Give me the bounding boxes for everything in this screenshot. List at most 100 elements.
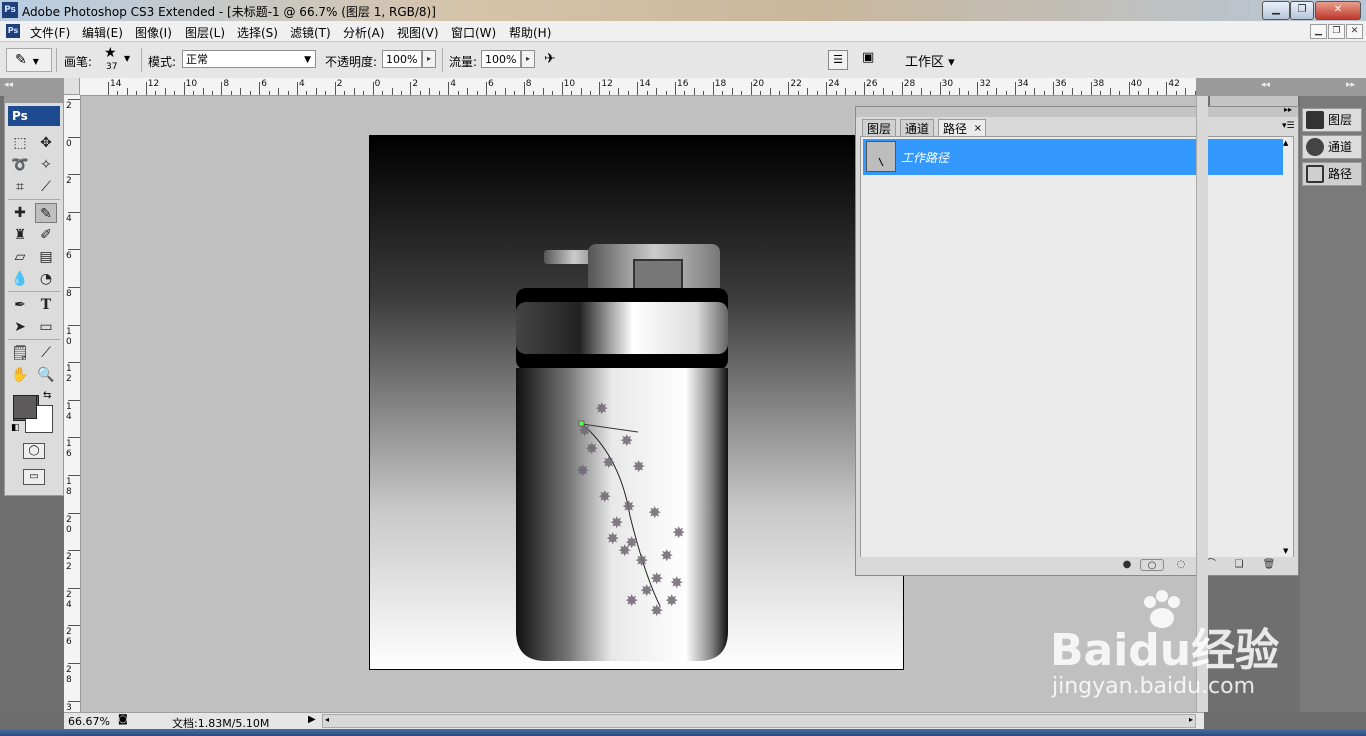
- slice-tool-icon[interactable]: ⟋: [35, 177, 57, 197]
- ruler-label: 36: [1055, 79, 1067, 89]
- hand-tool-icon[interactable]: ✋: [9, 365, 31, 385]
- scroll-left-icon[interactable]: ◂: [325, 715, 329, 724]
- panel-grip[interactable]: ▸▸: [856, 105, 1298, 117]
- ruler-tick: [750, 82, 752, 95]
- foreground-color-chip[interactable]: [13, 395, 37, 419]
- dock-item-layers[interactable]: 图层: [1302, 108, 1362, 132]
- document-canvas[interactable]: ✸ ✸ ✸ ✸ ✸ ✸ ✸ ✸ ✸ ✸ ✸ ✸ ✸ ✸ ✸ ✸ ✸ ✸ ✸ ✸ ✸ ✸ ✸: [369, 135, 904, 670]
- screen-mode-icon[interactable]: ▭: [23, 469, 45, 485]
- menu-image[interactable]: 图像(I): [135, 24, 172, 41]
- ruler-label: 6: [261, 79, 267, 89]
- opacity-slider-button[interactable]: ▸: [422, 50, 436, 68]
- stroke-path-icon[interactable]: ○: [1140, 559, 1164, 571]
- menu-select[interactable]: 选择(S): [237, 24, 278, 41]
- marquee-tool-icon[interactable]: ⬚: [9, 133, 31, 153]
- scroll-up-icon[interactable]: ▲: [1283, 139, 1288, 147]
- airbrush-icon[interactable]: ✈: [544, 51, 568, 69]
- zoom-tool-icon[interactable]: 🔍: [35, 365, 57, 385]
- default-colors-icon[interactable]: ◧: [11, 423, 20, 433]
- type-tool-icon[interactable]: T: [35, 295, 57, 315]
- palette-well-icon[interactable]: ☰: [828, 50, 848, 70]
- collapse-icon[interactable]: ◂◂: [4, 80, 13, 90]
- doc-close-icon[interactable]: ✕: [1346, 24, 1363, 39]
- blur-tool-icon[interactable]: 💧: [9, 269, 31, 289]
- ruler-label: 2: [66, 562, 72, 573]
- healing-brush-tool-icon[interactable]: ✚: [9, 203, 31, 223]
- path-thumbnail: [866, 141, 896, 172]
- scrollbar[interactable]: ▲ ▼: [1283, 139, 1291, 555]
- menu-file[interactable]: 文件(F): [30, 24, 70, 41]
- ruler-label: 2: [66, 374, 72, 385]
- path-item-work-path[interactable]: 工作路径: [863, 139, 1283, 175]
- mode-select[interactable]: 正常 ▼: [182, 50, 316, 68]
- toolbox-grip[interactable]: [5, 97, 63, 103]
- collapse-icon[interactable]: ◂◂: [1261, 80, 1270, 90]
- menu-analysis[interactable]: 分析(A): [343, 24, 385, 41]
- menu-edit[interactable]: 编辑(E): [82, 24, 123, 41]
- scroll-down-icon[interactable]: ▼: [1283, 547, 1288, 555]
- ruler-label: 0: [66, 524, 72, 535]
- ruler-vertical[interactable]: 202468101214161820222426283: [64, 95, 81, 715]
- ruler-horizontal[interactable]: 14 12 10 8 6 4 2 0 2 4 6 8 10 12 14 16 18 20 22 24 26 28 30 32 3…: [80, 78, 1196, 96]
- pen-tool-icon[interactable]: ✒: [9, 295, 31, 315]
- minimize-icon[interactable]: ▁: [1262, 1, 1290, 20]
- clone-stamp-tool-icon[interactable]: ♜: [9, 225, 31, 245]
- workspace-menu[interactable]: 工作区 ▾: [905, 51, 955, 70]
- menu-view[interactable]: 视图(V): [397, 24, 439, 41]
- maximize-icon[interactable]: ❐: [1290, 1, 1314, 20]
- load-as-selection-icon[interactable]: ◌: [1174, 559, 1188, 571]
- tab-layers[interactable]: 图层: [862, 119, 897, 137]
- tab-paths[interactable]: 路径 ×: [938, 119, 987, 137]
- shape-tool-icon[interactable]: ▭: [35, 317, 57, 337]
- magic-wand-tool-icon[interactable]: ✧: [35, 155, 57, 175]
- delete-path-icon[interactable]: 🗑: [1262, 559, 1276, 571]
- eraser-tool-icon[interactable]: ▱: [9, 247, 31, 267]
- dock-item-channels[interactable]: 通道: [1302, 135, 1362, 159]
- brush-picker[interactable]: ★ 37 ▼: [102, 45, 134, 75]
- device-central-icon[interactable]: ▣: [862, 50, 888, 70]
- ruler-tick: [68, 249, 80, 251]
- horizontal-scrollbar[interactable]: ◂ ▸: [322, 714, 1196, 728]
- menu-layer[interactable]: 图层(L): [185, 24, 225, 41]
- doc-minimize-icon[interactable]: ▁: [1310, 24, 1327, 39]
- eyedropper-tool-icon[interactable]: ⟋: [35, 343, 57, 363]
- crop-tool-icon[interactable]: ⌗: [9, 177, 31, 197]
- ruler-tick: [68, 700, 80, 702]
- status-menu-icon[interactable]: ◙: [118, 714, 128, 725]
- scroll-right-icon[interactable]: ▸: [1189, 715, 1193, 724]
- brush-tool-icon[interactable]: ✎: [35, 203, 57, 223]
- ruler-tick: [486, 82, 487, 95]
- quick-mask-icon[interactable]: ◯: [23, 443, 45, 459]
- ruler-minor-tick: [382, 91, 384, 95]
- ruler-origin[interactable]: [64, 78, 80, 95]
- menu-window[interactable]: 窗口(W): [451, 24, 496, 41]
- tool-preset-picker[interactable]: ✎ ▼: [6, 48, 52, 72]
- collapse-icon[interactable]: ▸▸: [1284, 105, 1292, 114]
- notes-tool-icon[interactable]: 🗒: [9, 343, 31, 363]
- gradient-tool-icon[interactable]: ▤: [35, 247, 57, 267]
- doc-restore-icon[interactable]: ❐: [1328, 24, 1345, 39]
- lasso-tool-icon[interactable]: ➰: [9, 155, 31, 175]
- expand-icon[interactable]: ▸▸: [1346, 80, 1355, 90]
- tab-channels[interactable]: 通道: [900, 119, 935, 137]
- menu-filter[interactable]: 滤镜(T): [290, 24, 331, 41]
- fill-path-icon[interactable]: ●: [1120, 559, 1134, 571]
- status-arrow-icon[interactable]: ▶: [308, 714, 316, 725]
- close-icon[interactable]: ✕: [1315, 1, 1361, 20]
- menu-help[interactable]: 帮助(H): [509, 24, 551, 41]
- flow-slider-button[interactable]: ▸: [521, 50, 535, 68]
- flow-input[interactable]: 100%: [481, 50, 521, 68]
- dodge-tool-icon[interactable]: ◔: [35, 269, 57, 289]
- swap-colors-icon[interactable]: ⇆: [43, 390, 51, 401]
- dock-item-paths[interactable]: 路径: [1302, 162, 1362, 186]
- panel-menu-icon[interactable]: ▾☰: [1282, 121, 1295, 131]
- doc-menu-icon[interactable]: Ps: [6, 24, 20, 38]
- svg-text:✸: ✸: [576, 461, 589, 480]
- move-tool-icon[interactable]: ✥: [35, 133, 57, 153]
- opacity-input[interactable]: 100%: [382, 50, 422, 68]
- history-brush-tool-icon[interactable]: ✐: [35, 225, 57, 245]
- ruler-tick: [68, 550, 80, 552]
- path-selection-tool-icon[interactable]: ➤: [9, 317, 31, 337]
- new-path-icon[interactable]: ❏: [1232, 559, 1246, 571]
- zoom-level[interactable]: 66.67%: [68, 715, 110, 728]
